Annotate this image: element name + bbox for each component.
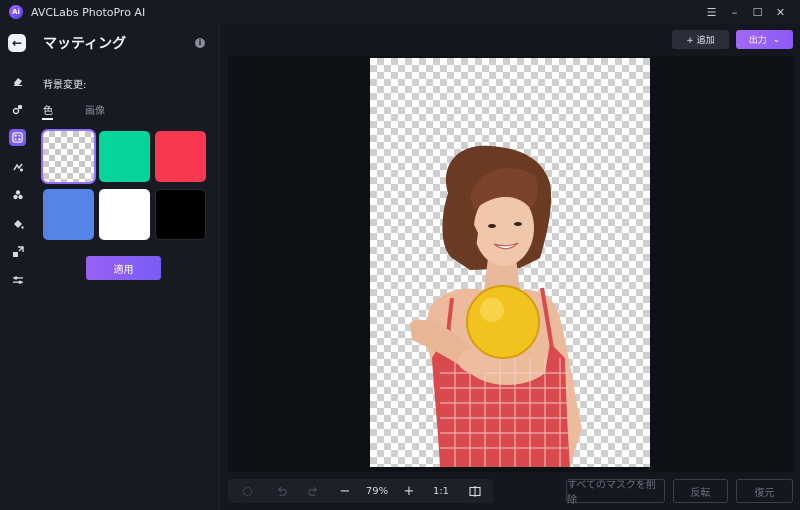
colorize-icon (12, 189, 23, 199)
matting-tool-button[interactable] (9, 129, 26, 146)
panel-title: マッティング (43, 36, 127, 52)
eraser-tool-button[interactable] (9, 72, 26, 89)
zoom-out-button[interactable]: − (334, 479, 356, 503)
colorize-tool-button[interactable] (9, 186, 26, 203)
app-logo-icon: Ai (9, 5, 23, 19)
compare-icon (469, 485, 481, 497)
canvas-toolbar: − 79% + 1:1 (228, 479, 493, 503)
enhance-icon (12, 163, 23, 171)
swatch-red[interactable] (155, 131, 206, 182)
matting-panel: マッティング i 背景変更: 色 画像 適用 (34, 24, 220, 510)
title-bar: Ai AVCLabs PhotoPro AI ☰ – ☐ ✕ (0, 0, 800, 24)
expand-tool-button[interactable] (9, 243, 26, 260)
lasso-icon (242, 486, 252, 496)
undo-button[interactable] (270, 479, 292, 503)
minimize-button[interactable]: – (723, 0, 746, 24)
apply-button[interactable]: 適用 (86, 256, 161, 280)
retouch-tool-button[interactable] (9, 100, 26, 117)
export-label: 出力 (748, 36, 767, 46)
undo-icon (277, 486, 287, 496)
zoom-in-button[interactable]: + (398, 479, 420, 503)
swatch-black[interactable] (155, 189, 206, 240)
restore-button[interactable]: 復元 (736, 479, 793, 503)
invert-button[interactable]: 反転 (673, 479, 728, 503)
redo-icon (307, 486, 317, 496)
enhance-tool-button[interactable] (9, 158, 26, 175)
window-controls: ☰ – ☐ ✕ (700, 0, 792, 24)
close-button[interactable]: ✕ (769, 0, 792, 24)
background-change-label: 背景変更: (43, 80, 87, 91)
menu-icon[interactable]: ☰ (700, 0, 723, 24)
swatch-white[interactable] (99, 189, 150, 240)
tab-color[interactable]: 色 (43, 102, 53, 117)
add-button[interactable]: + 追加 (672, 30, 729, 49)
image-preview[interactable] (370, 58, 650, 467)
select-tool-button[interactable] (236, 479, 258, 503)
subject-photo (410, 145, 582, 467)
zoom-level: 79% (365, 485, 389, 497)
chevron-down-icon: ⌄ (772, 34, 781, 45)
compare-button[interactable] (464, 479, 486, 503)
fill-tool-button[interactable] (9, 215, 26, 232)
clear-masks-button[interactable]: すべてのマスクを削除 (566, 479, 665, 506)
maximize-button[interactable]: ☐ (746, 0, 769, 24)
swatch-blue[interactable] (43, 189, 94, 240)
app-window: Ai AVCLabs PhotoPro AI ☰ – ☐ ✕ ← マッティング … (0, 0, 800, 510)
matting-icon (12, 132, 23, 143)
adjust-tool-button[interactable] (9, 271, 26, 288)
app-title: AVCLabs PhotoPro AI (31, 5, 146, 19)
actual-size-button[interactable]: 1:1 (430, 479, 452, 503)
tool-rail: ← (0, 24, 34, 510)
tab-image[interactable]: 画像 (85, 102, 105, 117)
swatch-transparent[interactable] (43, 131, 94, 182)
active-tab-indicator (42, 118, 53, 120)
fill-icon (13, 219, 24, 229)
info-icon[interactable]: i (195, 38, 205, 48)
retouch-icon (12, 104, 22, 114)
eraser-icon (13, 77, 22, 86)
export-button[interactable]: 出力 ⌄ (736, 30, 793, 49)
adjust-icon (12, 275, 23, 284)
back-button[interactable]: ← (8, 34, 26, 52)
redo-button[interactable] (302, 479, 324, 503)
expand-icon (12, 245, 24, 257)
swatch-green[interactable] (99, 131, 150, 182)
canvas-area[interactable] (228, 56, 794, 472)
